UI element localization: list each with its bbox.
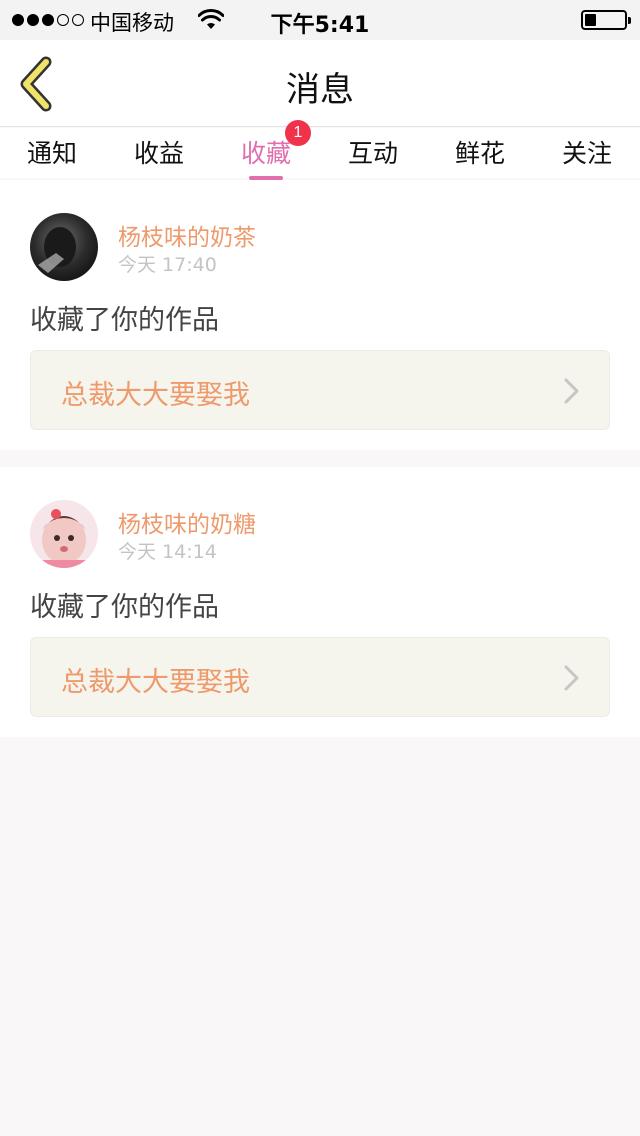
username[interactable]: 杨枝味的奶茶: [118, 218, 256, 252]
message-card: 杨枝味的奶茶 今天 17:40 收藏了你的作品 总裁大大要娶我: [0, 180, 640, 450]
tab-label: 收益: [133, 139, 184, 168]
tab-flowers[interactable]: 鲜花: [435, 134, 525, 178]
tab-label: 鲜花: [454, 139, 505, 168]
tab-bar: 通知 收益 收藏 1 互动 鲜花 关注: [0, 120, 640, 180]
unread-badge: 1: [285, 120, 311, 146]
tab-earnings[interactable]: 收益: [114, 134, 204, 178]
status-time: 下午5:41: [270, 13, 370, 38]
message-action-text: 收藏了你的作品: [30, 592, 219, 623]
page-title: 消息: [286, 70, 354, 110]
chevron-right-icon: [564, 378, 579, 404]
work-title: 总裁大大要娶我: [61, 667, 250, 698]
navigation-bar: 消息: [0, 40, 640, 127]
message-time: 今天 14:14: [118, 541, 217, 563]
tab-interactions[interactable]: 互动: [328, 134, 418, 178]
tab-favorites[interactable]: 收藏 1: [221, 120, 311, 180]
message-action-text: 收藏了你的作品: [30, 305, 219, 336]
tab-label: 通知: [26, 139, 77, 168]
username[interactable]: 杨枝味的奶糖: [118, 505, 256, 539]
tab-following[interactable]: 关注: [542, 134, 632, 178]
tab-label: 关注: [561, 139, 612, 168]
work-link[interactable]: 总裁大大要娶我: [30, 350, 610, 430]
message-card: 杨枝味的奶糖 今天 14:14 收藏了你的作品 总裁大大要娶我: [0, 467, 640, 737]
chevron-right-icon: [564, 665, 579, 691]
status-bar: 中国移动 下午5:41: [0, 0, 640, 40]
tab-notifications[interactable]: 通知: [7, 134, 97, 178]
work-link[interactable]: 总裁大大要娶我: [30, 637, 610, 717]
message-time: 今天 17:40: [118, 254, 217, 276]
tab-label: 收藏: [240, 139, 291, 168]
avatar[interactable]: [30, 213, 98, 281]
battery-icon: [581, 10, 631, 30]
work-title: 总裁大大要娶我: [61, 380, 250, 411]
avatar[interactable]: [30, 500, 98, 568]
tab-label: 互动: [347, 139, 398, 168]
